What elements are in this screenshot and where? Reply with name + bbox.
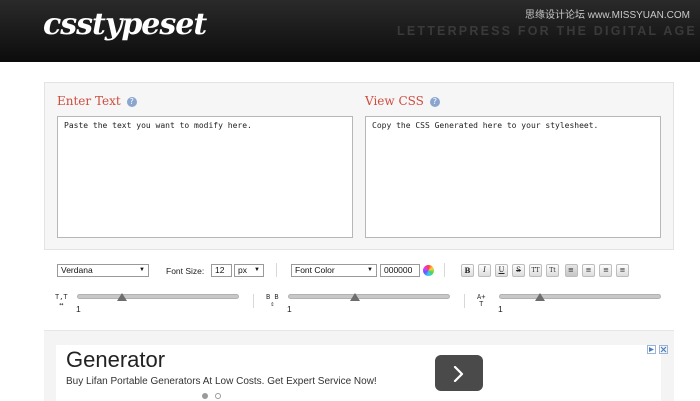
divider: [276, 263, 277, 277]
color-wheel-icon[interactable]: [423, 265, 434, 276]
word-spacing-icon: A+ T: [477, 294, 485, 308]
ad-title[interactable]: Generator: [66, 347, 165, 373]
help-icon[interactable]: ?: [126, 97, 137, 107]
view-css-heading: View CSS?: [365, 94, 440, 108]
letter-spacing-slider[interactable]: [77, 294, 239, 299]
ad-banner: Generator Buy Lifan Portable Generators …: [44, 330, 674, 401]
line-height-slider-handle[interactable]: [350, 293, 360, 301]
typography-controls: Verdana ▼ Font Size: 12 px ▼ Font Color …: [44, 256, 674, 318]
ad-description: Buy Lifan Portable Generators At Low Cos…: [66, 376, 377, 387]
site-logo[interactable]: csstypeset: [43, 7, 207, 42]
line-height-slider[interactable]: [288, 294, 450, 299]
input-text-area[interactable]: Paste the text you want to modify here.: [57, 116, 353, 238]
chevron-down-icon: ▼: [139, 267, 145, 273]
font-color-select[interactable]: Font Color ▼: [291, 264, 377, 277]
chevron-right-icon: [453, 366, 464, 382]
divider: [253, 294, 254, 308]
line-height-value: 1: [287, 304, 292, 314]
font-size-input[interactable]: 12: [211, 264, 232, 277]
font-size-unit-value: px: [238, 265, 247, 275]
font-size-unit-select[interactable]: px ▼: [234, 264, 264, 277]
word-spacing-value: 1: [498, 304, 503, 314]
carousel-dot-active[interactable]: [202, 393, 208, 399]
ad-choices-icon[interactable]: [647, 345, 656, 354]
letter-spacing-slider-handle[interactable]: [117, 293, 127, 301]
site-header: csstypeset LETTERPRESS FOR THE DIGITAL A…: [0, 0, 700, 62]
letter-spacing-icon: T,T ↔: [55, 294, 68, 308]
align-right-button[interactable]: ≡: [599, 264, 612, 277]
help-icon[interactable]: ?: [429, 97, 440, 107]
font-family-select[interactable]: Verdana ▼: [57, 264, 149, 277]
underline-button[interactable]: U: [495, 264, 508, 277]
divider: [444, 263, 445, 277]
letter-spacing-value: 1: [76, 304, 81, 314]
line-height-icon-bottom: ⇕: [270, 300, 275, 308]
italic-button[interactable]: I: [478, 264, 491, 277]
enter-text-heading: Enter Text?: [57, 94, 137, 108]
font-family-value: Verdana: [61, 265, 93, 275]
carousel-dot[interactable]: [215, 393, 221, 399]
strikethrough-button[interactable]: S: [512, 264, 525, 277]
ad-go-button[interactable]: [435, 355, 483, 391]
css-output-area[interactable]: Copy the CSS Generated here to your styl…: [365, 116, 661, 238]
align-left-button[interactable]: ≡: [565, 264, 578, 277]
bold-button[interactable]: B: [461, 264, 474, 277]
divider: [464, 294, 465, 308]
view-css-title: View CSS: [365, 94, 424, 108]
font-size-label: Font Size:: [166, 266, 205, 276]
chevron-down-icon: ▼: [254, 267, 260, 273]
align-center-button[interactable]: ≡: [582, 264, 595, 277]
word-spacing-icon-bottom: T: [479, 300, 484, 308]
line-height-icon: B B ⇕: [266, 294, 279, 308]
capitalize-button[interactable]: Tt: [546, 264, 559, 277]
enter-text-title: Enter Text: [57, 94, 121, 108]
word-spacing-slider-handle[interactable]: [535, 293, 545, 301]
font-color-input[interactable]: 000000: [380, 264, 420, 277]
editor-panel: Enter Text? Paste the text you want to m…: [44, 82, 674, 250]
close-icon[interactable]: [659, 345, 668, 354]
site-tagline: LETTERPRESS FOR THE DIGITAL AGE: [397, 24, 697, 38]
font-color-label: Font Color: [295, 265, 335, 275]
word-spacing-slider[interactable]: [499, 294, 661, 299]
watermark: 思缘设计论坛 www.MISSYUAN.COM: [525, 10, 691, 21]
ad-card[interactable]: Generator Buy Lifan Portable Generators …: [56, 345, 668, 401]
justify-button[interactable]: ≡: [616, 264, 629, 277]
uppercase-button[interactable]: TT: [529, 264, 542, 277]
chevron-down-icon: ▼: [367, 267, 373, 273]
letter-spacing-icon-bottom: ↔: [59, 300, 64, 308]
